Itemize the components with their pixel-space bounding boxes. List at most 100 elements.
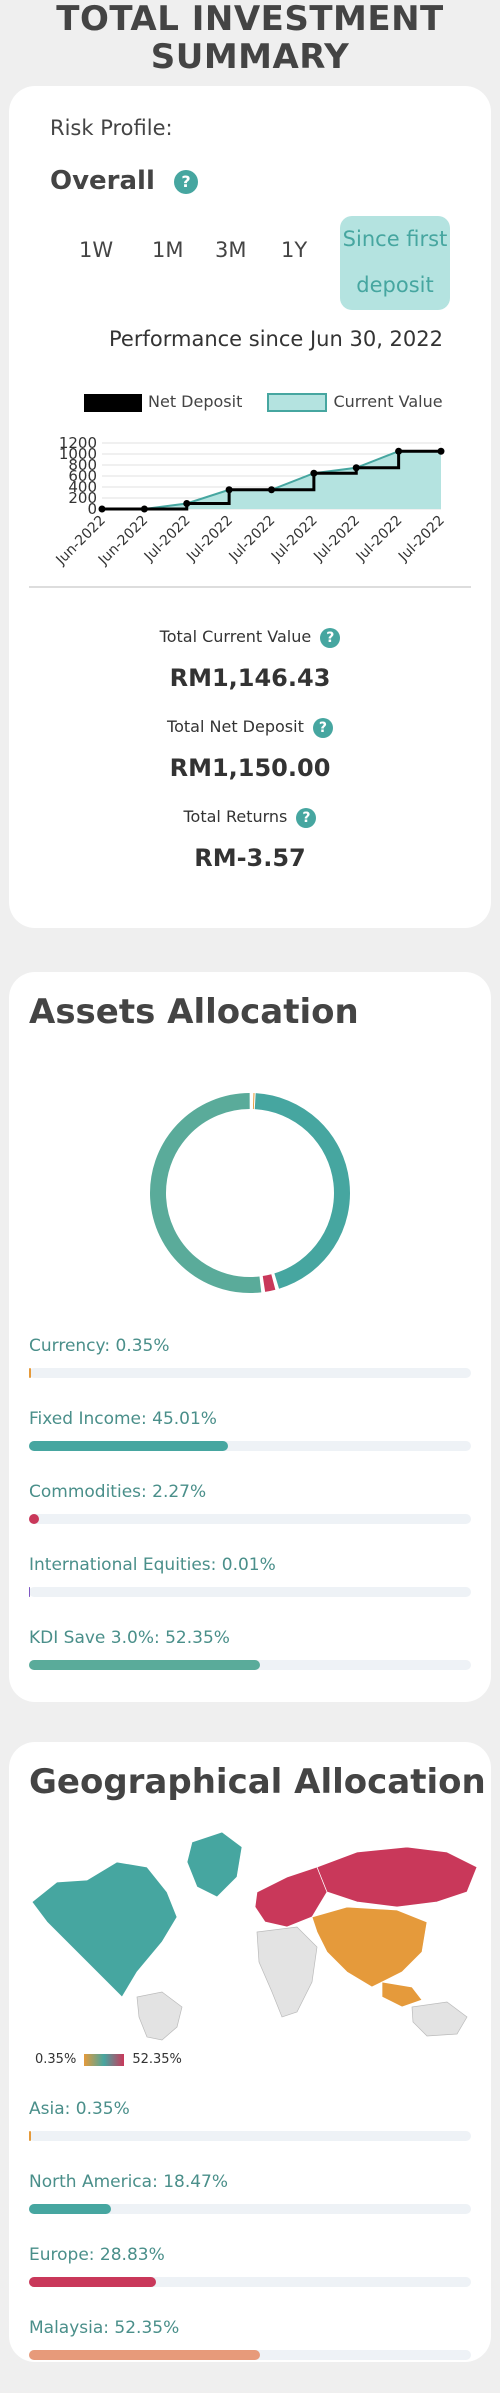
tab-1y[interactable]: 1Y [281,238,307,262]
asset-row-kdi-save: KDI Save 3.0%: 52.35% [29,1628,471,1670]
x-tick-label: Jul-2022 [183,513,236,566]
assets-allocation-card: Assets Allocation Currency: 0.35% Fixed … [9,972,491,1702]
map-asia [311,1906,428,1988]
asset-label: KDI Save 3.0%: 52.35% [29,1628,230,1648]
asset-bar-track [29,1441,471,1451]
geo-row-asia: Asia: 0.35% [29,2099,471,2141]
performance-chart: 020040060080010001200Jun-2022Jun-2022Jul… [53,434,448,569]
tab-1w[interactable]: 1W [79,238,113,262]
tab-1m[interactable]: 1M [152,238,183,262]
asset-bar-fill [29,1587,30,1597]
asset-row-commodities: Commodities: 2.27% [29,1482,471,1524]
asset-label: Fixed Income: 45.01% [29,1409,217,1429]
total-current-value-label: Total Current Value ? [9,627,491,648]
tab-since-first-deposit-line1: Since first [342,227,448,251]
geo-label: Asia: 0.35% [29,2099,130,2119]
page-title-line2: SUMMARY [150,37,350,77]
tab-since-first-deposit[interactable]: Since first deposit [340,216,450,310]
total-returns-label: Total Returns ? [9,807,491,828]
geo-row-malaysia: Malaysia: 52.35% [29,2318,471,2360]
asset-row-currency: Currency: 0.35% [29,1336,471,1378]
page-title-line1: TOTAL INVESTMENT [56,0,444,39]
total-net-deposit-label: Total Net Deposit ? [9,717,491,738]
asset-bar-track [29,1368,471,1378]
map-southeast-asia [381,1981,423,2008]
geo-bar-track [29,2131,471,2141]
asset-bar-fill [29,1660,261,1670]
geo-bar-track [29,2204,471,2214]
x-tick-label: Jul-2022 [353,513,406,566]
geo-row-europe: Europe: 28.83% [29,2245,471,2287]
net-deposit-point [437,447,445,455]
total-current-value-label-text: Total Current Value [159,627,312,646]
net-deposit-point [352,464,360,472]
performance-since-text: Performance since Jun 30, 2022 [109,327,443,351]
asset-label: Currency: 0.35% [29,1336,170,1356]
scale-gradient [84,2053,125,2066]
asset-label: Commodities: 2.27% [29,1482,207,1502]
geo-bar-track [29,2277,471,2287]
asset-bar-track [29,1514,471,1524]
asset-bar-fill [29,1514,40,1524]
geo-bar-fill [29,2350,261,2360]
current-value-help-icon[interactable]: ? [320,627,341,648]
x-tick-label: Jul-2022 [310,513,363,566]
period-tabs: 1W 1M 3M 1Y Since first deposit [9,216,491,316]
net-deposit-point [98,505,106,513]
geographical-allocation-title: Geographical Allocation [29,1762,486,1802]
net-deposit-point [310,469,318,477]
total-net-deposit: RM1,150.00 [169,754,331,782]
asset-row-international-equities: International Equities: 0.01% [29,1555,471,1597]
map-russia [316,1846,478,1908]
net-deposit-point [225,486,233,494]
x-tick-label: Jul-2022 [268,513,321,566]
overall-label: Overall [50,166,155,196]
help-icon[interactable]: ? [173,169,198,194]
scale-min-label: 0.35% [35,2052,77,2067]
asset-row-fixed-income: Fixed Income: 45.01% [29,1409,471,1451]
net-deposit-help-icon[interactable]: ? [312,717,333,738]
assets-allocation-title: Assets Allocation [29,992,359,1032]
map-color-scale: 0.35% 52.35% [35,2052,182,2067]
summary-divider [29,586,471,588]
page-title: TOTAL INVESTMENT SUMMARY [0,0,500,76]
geo-label: Europe: 28.83% [29,2245,165,2265]
tab-since-first-deposit-line2: deposit [356,273,434,297]
tab-3m[interactable]: 3M [215,238,246,262]
map-north-america [31,1861,178,1998]
net-deposit-point [395,447,403,455]
x-tick-label: Jul-2022 [226,513,279,566]
geo-bar-fill [29,2131,31,2141]
total-returns-label-text: Total Returns [183,807,288,826]
geo-bar-fill [29,2204,111,2214]
geo-row-north-america: North America: 18.47% [29,2172,471,2214]
donut-slice[interactable] [254,1093,350,1289]
geo-bar-track [29,2350,471,2360]
asset-bar-fill [29,1441,228,1451]
geographical-allocation-card: Geographical Allocation 0.35% 52.35% Asia… [9,1742,491,2362]
donut-slice[interactable] [150,1093,262,1293]
x-tick-label: Jul-2022 [141,513,194,566]
net-deposit-point [268,486,275,494]
map-australia [411,2001,468,2037]
y-tick-label: 1200 [59,434,97,452]
map-africa [256,1926,318,2018]
net-deposit-point [140,505,148,513]
investment-summary-card: Risk Profile: Overall ? 1W 1M 3M 1Y Sinc… [9,86,491,928]
donut-slice[interactable] [262,1274,276,1292]
total-returns: RM-3.57 [194,844,306,872]
total-current-value: RM1,146.43 [169,664,331,692]
geo-label: Malaysia: 52.35% [29,2318,180,2338]
overall-heading: Overall ? [50,166,198,196]
geo-label: North America: 18.47% [29,2172,229,2192]
map-greenland [186,1831,243,1898]
asset-bar-track [29,1587,471,1597]
world-map [31,1831,478,2041]
scale-max-label: 52.35% [132,2052,182,2067]
returns-help-icon[interactable]: ? [296,807,317,828]
map-south-america [136,1991,183,2041]
asset-bar-track [29,1660,471,1670]
asset-label: International Equities: 0.01% [29,1555,276,1575]
x-tick-label: Jul-2022 [395,513,448,566]
assets-donut-chart [150,1093,350,1293]
